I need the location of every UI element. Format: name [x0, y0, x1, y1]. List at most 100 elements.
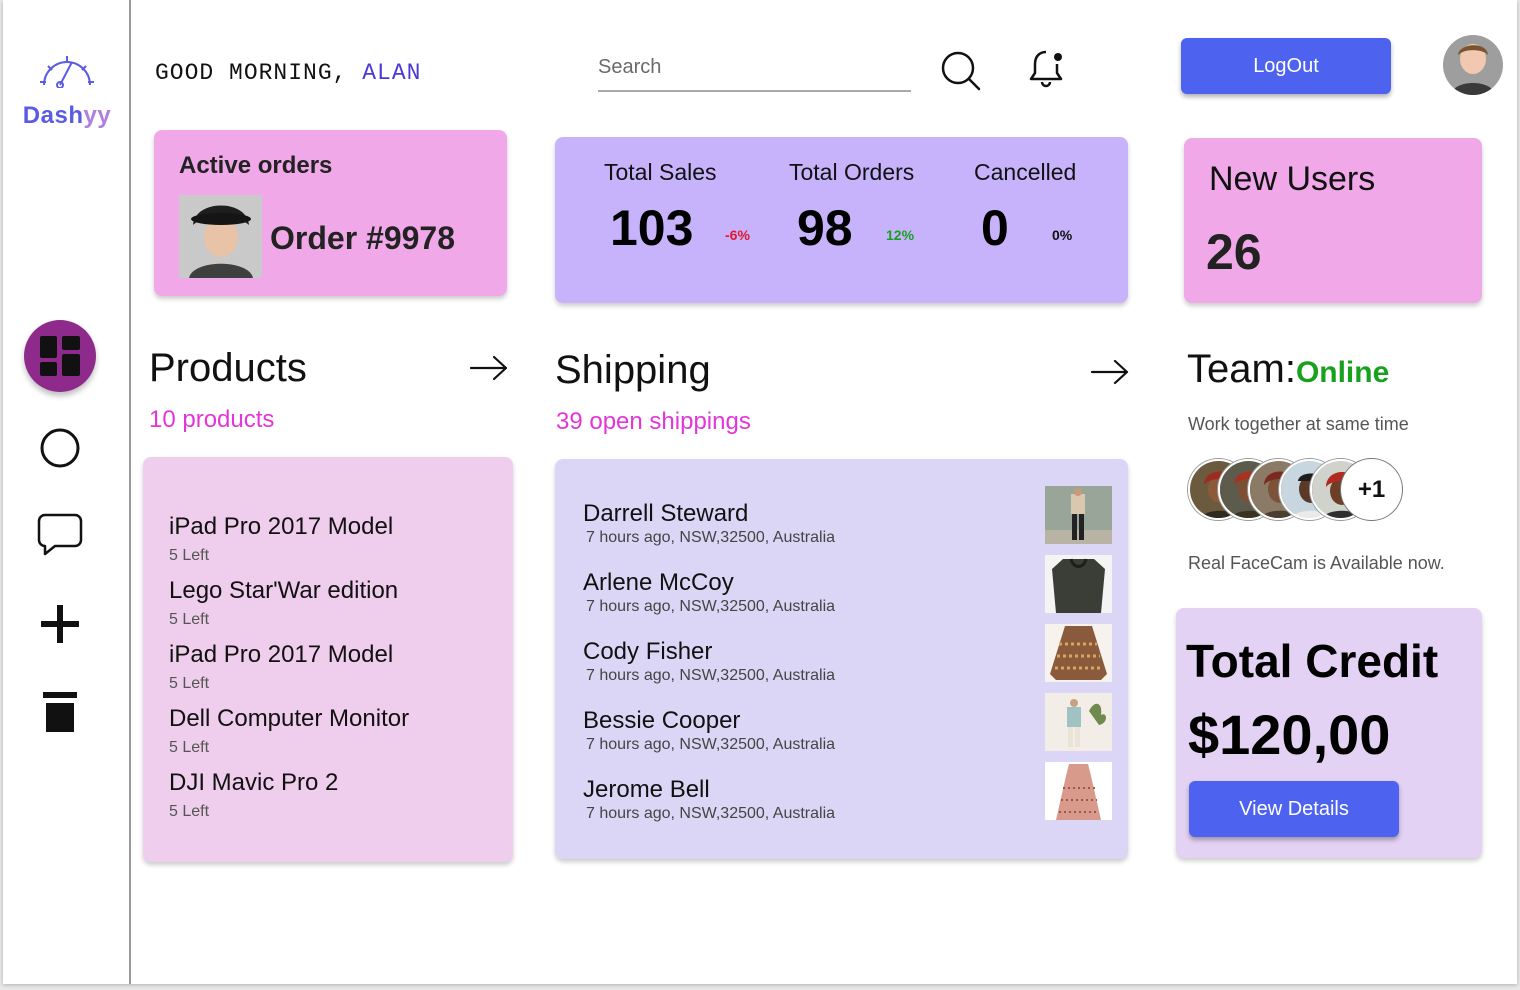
notifications-button[interactable] — [1027, 46, 1069, 95]
logout-button[interactable]: LogOut — [1181, 38, 1391, 94]
list-item[interactable]: Darrell Steward 7 hours ago, NSW,32500, … — [583, 486, 1123, 560]
clothing-thumbnail-icon — [1045, 486, 1112, 544]
product-name: Dell Computer Monitor — [169, 705, 410, 732]
shipping-thumbnail — [1045, 693, 1112, 751]
clothing-thumbnail-icon — [1045, 762, 1112, 820]
products-title: Products — [149, 346, 307, 390]
sidebar-item-circle[interactable] — [24, 412, 96, 484]
customer-photo-icon — [179, 195, 262, 278]
team-title: Team:Online — [1187, 347, 1389, 392]
user-name: ALAN — [362, 60, 422, 86]
shipping-thumbnail — [1045, 486, 1112, 544]
shipping-count: 39 open shippings — [556, 408, 751, 435]
active-orders-title: Active orders — [179, 152, 333, 179]
product-stock: 5 Left — [169, 803, 210, 820]
search-input[interactable] — [598, 50, 911, 84]
search-icon — [941, 51, 981, 91]
shipping-title: Shipping — [555, 348, 711, 392]
total-orders-stat: Total Orders — [789, 159, 914, 186]
total-sales-label: Total Sales — [604, 159, 717, 185]
total-sales-stat: Total Sales — [604, 159, 717, 186]
bell-icon — [1029, 50, 1063, 88]
product-stock: 5 Left — [169, 739, 210, 756]
products-count: 10 products — [149, 406, 275, 433]
cancelled-label: Cancelled — [974, 159, 1077, 185]
total-credit-card: Total Credit $120,00 View Details — [1176, 608, 1482, 858]
total-credit-title: Total Credit — [1186, 635, 1439, 687]
shipping-meta: 7 hours ago, NSW,32500, Australia — [586, 598, 836, 615]
trash-icon — [43, 692, 77, 732]
team-more-badge[interactable]: +1 — [1341, 459, 1402, 520]
total-credit-amount: $120,00 — [1188, 703, 1391, 766]
logo[interactable]: Dashyy — [13, 52, 121, 130]
team-label: Team: — [1187, 347, 1296, 391]
total-orders-change: 12% — [886, 227, 915, 243]
team-subtitle: Work together at same time — [1188, 414, 1409, 434]
plus-icon — [41, 605, 79, 643]
product-name: DJI Mavic Pro 2 — [169, 769, 339, 796]
search-button[interactable] — [940, 50, 982, 97]
list-item[interactable]: iPad Pro 2017 Model 5 Left — [169, 641, 409, 705]
new-users-title: New Users — [1209, 160, 1376, 198]
list-item[interactable]: Jerome Bell 7 hours ago, NSW,32500, Aust… — [583, 762, 1123, 836]
avatar[interactable] — [1443, 35, 1503, 95]
circle-icon — [40, 428, 80, 468]
list-item[interactable]: Lego Star'War edition 5 Left — [169, 577, 409, 641]
shipping-thumbnail — [1045, 555, 1112, 613]
list-item[interactable]: Cody Fisher 7 hours ago, NSW,32500, Aust… — [583, 624, 1123, 698]
sidebar-item-delete[interactable] — [24, 676, 96, 748]
shipping-customer-name: Arlene McCoy — [583, 569, 734, 596]
order-number: Order #9978 — [270, 220, 456, 256]
product-stock: 5 Left — [169, 611, 210, 628]
products-card: iPad Pro 2017 Model 5 Left Lego Star'War… — [143, 457, 513, 862]
shipping-thumbnail — [1045, 762, 1112, 820]
product-name: iPad Pro 2017 Model — [169, 641, 394, 668]
clothing-thumbnail-icon — [1045, 555, 1112, 613]
list-item[interactable]: iPad Pro 2017 Model 5 Left — [169, 513, 409, 577]
product-list: iPad Pro 2017 Model 5 Left Lego Star'War… — [169, 513, 409, 833]
product-stock: 5 Left — [169, 675, 210, 692]
greeting: GOOD MORNING, ALAN — [155, 60, 421, 86]
shipping-meta: 7 hours ago, NSW,32500, Australia — [586, 736, 836, 753]
shipping-arrow-button[interactable] — [1090, 358, 1130, 391]
search-field[interactable] — [598, 50, 911, 92]
sidebar-item-add[interactable] — [24, 588, 96, 660]
new-users-card[interactable]: New Users 26 — [1184, 138, 1482, 303]
clothing-thumbnail-icon — [1045, 693, 1112, 751]
list-item[interactable]: Dell Computer Monitor 5 Left — [169, 705, 409, 769]
dashboard-app: Dashyy GOOD MORNING, ALAN Search LogOut … — [3, 0, 1517, 984]
list-item[interactable]: DJI Mavic Pro 2 5 Left — [169, 769, 409, 833]
shipping-customer-name: Cody Fisher — [583, 638, 713, 665]
list-item[interactable]: Arlene McCoy 7 hours ago, NSW,32500, Aus… — [583, 555, 1123, 629]
shipping-card: Darrell Steward 7 hours ago, NSW,32500, … — [555, 459, 1128, 859]
list-item[interactable]: Bessie Cooper 7 hours ago, NSW,32500, Au… — [583, 693, 1123, 767]
speedometer-logo-icon — [40, 56, 94, 88]
team-avatar-group[interactable]: +1 — [1188, 459, 1418, 521]
cancelled-value: 0 — [981, 200, 1009, 256]
totals-card: Total Sales 103 -6% Total Orders 98 12% … — [555, 137, 1128, 303]
order-customer-photo — [179, 195, 262, 278]
cancelled-stat: Cancelled — [974, 159, 1076, 186]
greeting-text: GOOD MORNING, — [155, 60, 348, 86]
product-stock: 5 Left — [169, 547, 210, 564]
shipping-meta: 7 hours ago, NSW,32500, Australia — [586, 805, 836, 822]
total-sales-change: -6% — [725, 227, 750, 243]
shipping-customer-name: Jerome Bell — [583, 776, 710, 803]
arrow-right-icon — [1090, 359, 1129, 385]
active-orders-card[interactable]: Active orders Order #9978 — [154, 130, 507, 296]
sidebar: Dashyy — [3, 0, 131, 984]
cancelled-change: 0% — [1052, 227, 1073, 243]
brand-name: Dashyy — [22, 102, 112, 129]
view-details-button[interactable]: View Details — [1189, 781, 1399, 837]
sidebar-item-messages[interactable] — [24, 498, 96, 570]
new-users-value: 26 — [1206, 224, 1262, 280]
user-avatar-icon — [1443, 35, 1503, 95]
sidebar-item-dashboard[interactable] — [24, 320, 96, 392]
shipping-customer-name: Bessie Cooper — [583, 707, 741, 734]
team-status: Online — [1295, 356, 1390, 389]
products-arrow-button[interactable] — [469, 354, 509, 387]
product-name: iPad Pro 2017 Model — [169, 513, 394, 540]
total-orders-value: 98 — [797, 200, 853, 256]
grid-icon — [40, 336, 80, 376]
shipping-customer-name: Darrell Steward — [583, 500, 749, 527]
